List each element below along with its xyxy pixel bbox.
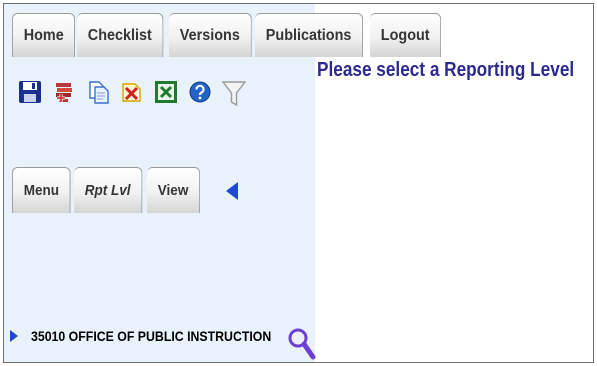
tab-checklist[interactable]: Checklist (77, 13, 164, 57)
books-add-icon[interactable] (52, 80, 76, 104)
app-window: Home Checklist Versions Publications Log… (3, 3, 594, 363)
tab-versions[interactable]: Versions (168, 13, 252, 57)
tab-view[interactable]: View (147, 167, 201, 213)
tab-home[interactable]: Home (12, 13, 76, 57)
collapse-panel-arrow-icon[interactable] (226, 182, 238, 200)
tab-menu[interactable]: Menu (12, 167, 71, 213)
left-panel-tabs: Menu Rpt Lvl View (12, 167, 203, 213)
help-icon[interactable] (188, 80, 212, 104)
tab-rpt-lvl[interactable]: Rpt Lvl (74, 167, 143, 213)
copy-icon[interactable] (86, 80, 110, 104)
tab-logout[interactable]: Logout (370, 13, 442, 57)
select-reporting-level-message: Please select a Reporting Level (317, 59, 575, 81)
expand-arrow-icon[interactable] (10, 330, 18, 342)
top-nav-tabs: Home Checklist Versions Publications Log… (12, 13, 445, 57)
delete-icon[interactable] (120, 80, 144, 104)
left-pane: Home Checklist Versions Publications Log… (4, 4, 442, 362)
tree-item-reporting-level[interactable]: 35010 OFFICE OF PUBLIC INSTRUCTION (10, 328, 304, 344)
filter-icon[interactable] (222, 80, 246, 107)
tab-publications[interactable]: Publications (255, 13, 364, 57)
toolbar (18, 80, 256, 107)
magnifier-icon[interactable] (286, 326, 316, 360)
excel-icon[interactable] (154, 80, 178, 104)
tree-item-label: 35010 OFFICE OF PUBLIC INSTRUCTION (31, 328, 272, 344)
save-icon[interactable] (18, 80, 42, 104)
